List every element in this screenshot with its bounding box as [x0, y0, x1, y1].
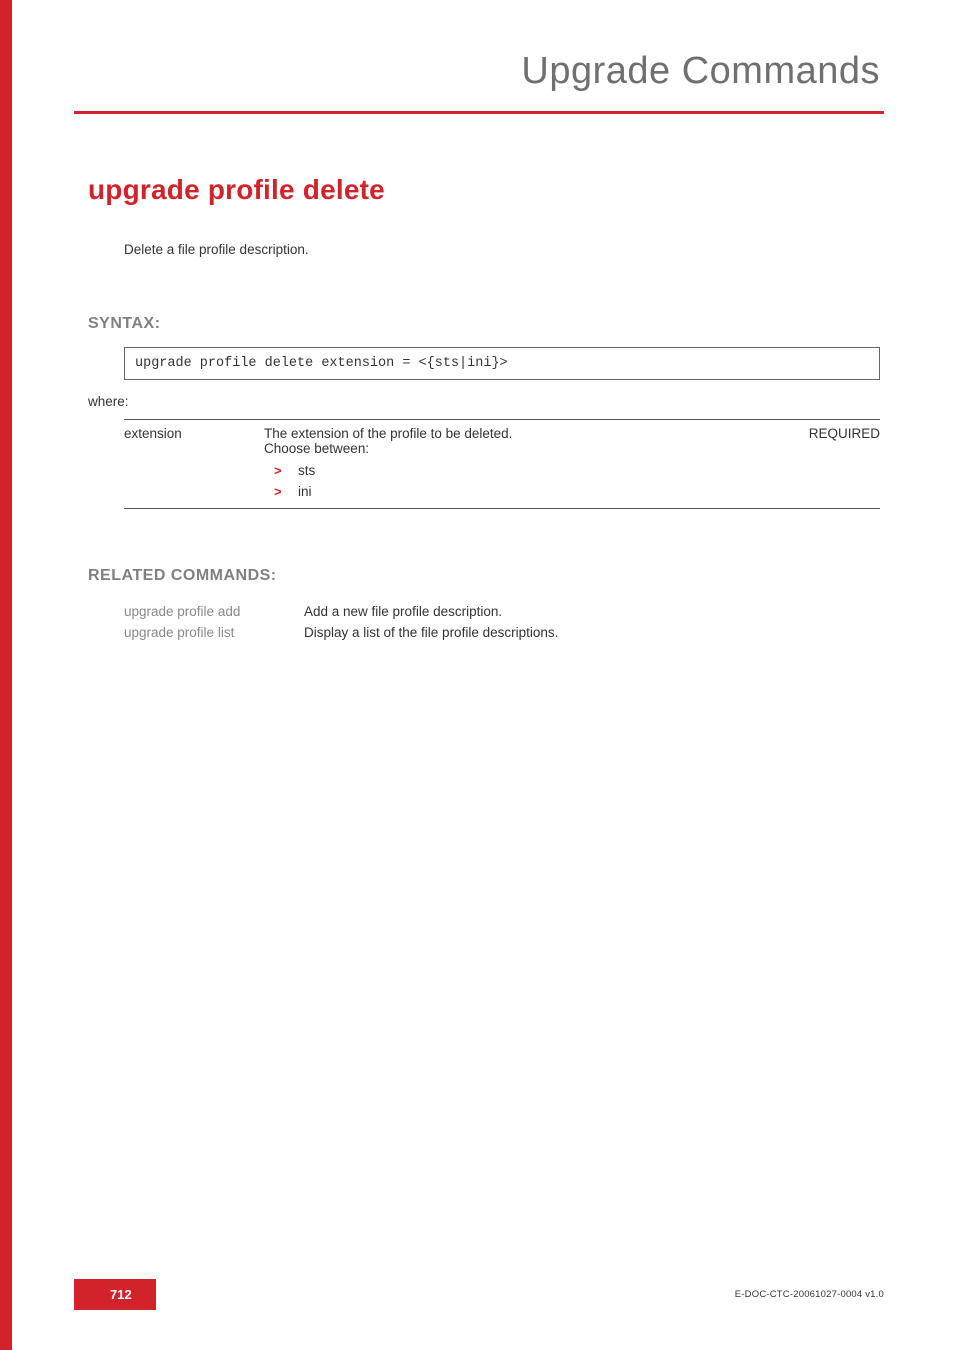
- param-name: extension: [124, 426, 264, 502]
- bullet-arrow-icon: >: [274, 463, 298, 478]
- param-option: > ini: [264, 481, 750, 502]
- bullet-arrow-icon: >: [274, 484, 298, 499]
- param-option: > sts: [264, 460, 750, 481]
- parameter-table: extension The extension of the profile t…: [124, 419, 880, 509]
- where-label: where:: [88, 394, 880, 409]
- param-option-value: ini: [298, 484, 312, 499]
- related-command-desc: Add a new file profile description.: [304, 604, 880, 619]
- footer: 712 E-DOC-CTC-20061027-0004 v1.0: [0, 1279, 884, 1310]
- param-desc: The extension of the profile to be delet…: [264, 426, 770, 502]
- related-heading: RELATED COMMANDS:: [88, 567, 880, 585]
- param-required: REQUIRED: [770, 426, 880, 502]
- page-number-badge: 712: [74, 1279, 156, 1310]
- left-accent-bar: [0, 0, 12, 1350]
- related-row: upgrade profile add Add a new file profi…: [124, 601, 880, 622]
- syntax-codebox: upgrade profile delete extension = <{sts…: [124, 347, 880, 380]
- command-description: Delete a file profile description.: [124, 242, 880, 257]
- parameter-row: extension The extension of the profile t…: [124, 419, 880, 509]
- syntax-heading: SYNTAX:: [88, 315, 880, 333]
- document-id: E-DOC-CTC-20061027-0004 v1.0: [735, 1289, 884, 1300]
- related-commands: upgrade profile add Add a new file profi…: [124, 601, 880, 643]
- page: Upgrade Commands upgrade profile delete …: [0, 0, 954, 1350]
- related-command-name[interactable]: upgrade profile add: [124, 604, 304, 619]
- related-row: upgrade profile list Display a list of t…: [124, 622, 880, 643]
- related-command-name[interactable]: upgrade profile list: [124, 625, 304, 640]
- related-command-desc: Display a list of the file profile descr…: [304, 625, 880, 640]
- param-desc-line2: Choose between:: [264, 441, 750, 456]
- param-option-value: sts: [298, 463, 315, 478]
- command-title: upgrade profile delete: [88, 174, 880, 206]
- param-desc-line1: The extension of the profile to be delet…: [264, 426, 750, 441]
- content-area: upgrade profile delete Delete a file pro…: [88, 114, 880, 643]
- param-options: > sts > ini: [264, 460, 750, 502]
- running-header: Upgrade Commands: [0, 40, 884, 93]
